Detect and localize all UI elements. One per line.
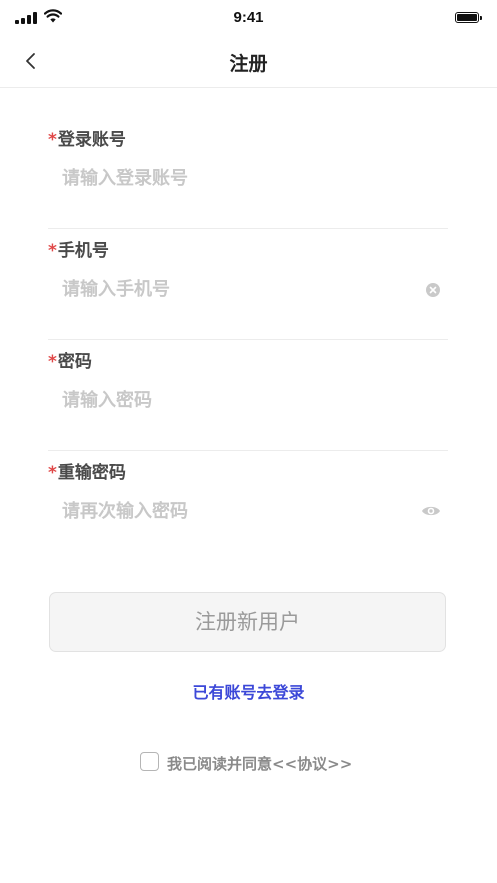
confirm-password-field-group: *重输密码 (48, 450, 448, 561)
confirm-password-label-text: 重输密码 (57, 463, 126, 483)
required-mark: * (48, 463, 57, 483)
register-button[interactable]: 注册新用户 (49, 592, 446, 652)
login-link[interactable]: 已有账号去登录 (0, 679, 497, 703)
password-label: *密码 (48, 347, 92, 372)
phone-label-text: 手机号 (57, 241, 109, 261)
page-title: 注册 (229, 53, 268, 75)
battery-icon (455, 12, 482, 23)
agreement-checkbox[interactable] (140, 752, 159, 771)
password-label-text: 密码 (57, 352, 92, 372)
confirm-password-input[interactable] (62, 490, 402, 532)
account-input[interactable] (62, 157, 402, 199)
account-field-group: *登录账号 (48, 117, 448, 229)
password-input[interactable] (62, 379, 402, 421)
account-label: *登录账号 (48, 125, 126, 150)
phone-label: *手机号 (48, 236, 109, 261)
agreement-text[interactable]: 我已阅读并同意<<协议>> (167, 753, 352, 774)
status-time: 9:41 (233, 9, 264, 26)
required-mark: * (48, 352, 57, 372)
nav-bar: 注册 (0, 36, 497, 88)
account-label-text: 登录账号 (57, 130, 126, 150)
phone-input[interactable] (62, 268, 402, 310)
clear-circle-icon[interactable] (426, 283, 440, 297)
eye-icon[interactable] (421, 504, 441, 518)
required-mark: * (48, 241, 57, 261)
phone-field-group: *手机号 (48, 228, 448, 340)
confirm-password-label: *重输密码 (48, 458, 126, 483)
status-bar: 9:41 (0, 0, 497, 36)
required-mark: * (48, 130, 57, 150)
password-field-group: *密码 (48, 339, 448, 451)
